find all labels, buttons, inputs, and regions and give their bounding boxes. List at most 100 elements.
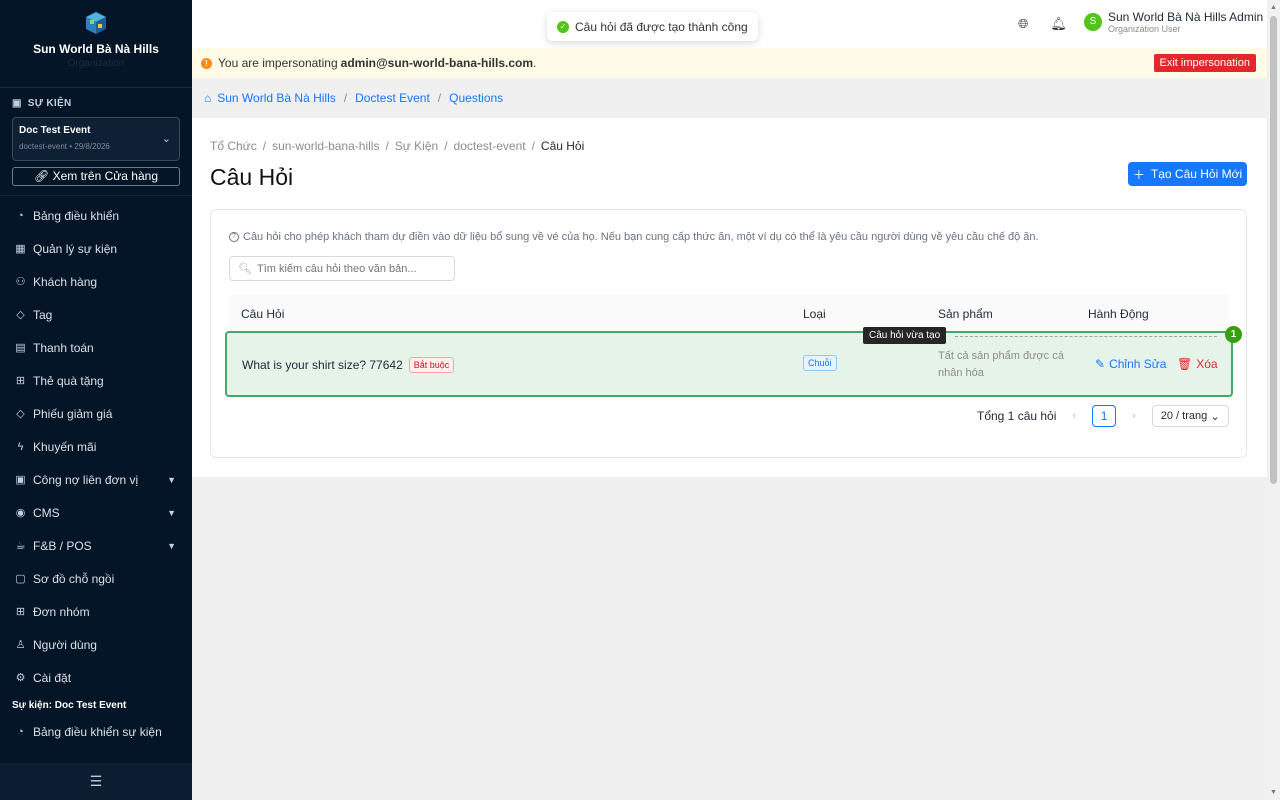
breadcrumb: ⌂ Sun World Bà Nà Hills / Doctest Event … [192,78,1267,118]
search-icon: 🔍︎ [238,263,252,275]
sidebar-item-group-orders[interactable]: ⊞ Đơn nhóm [0,595,192,628]
coupon-icon: ◇ [16,408,25,420]
search-input[interactable] [256,262,447,275]
next-page-icon[interactable]: › [1132,410,1136,422]
breadcrumb-link[interactable]: Doctest Event [355,91,430,105]
question-cell: What is your shirt size? 77642 Bắt buộc [242,357,455,373]
chevron-down-icon: ⌄ [1210,410,1220,423]
annotation-tooltip: Câu hỏi vừa tạo [863,327,947,344]
sidebar-item-customers[interactable]: ⚇ Khách hàng [0,265,192,298]
sidebar-item-payment[interactable]: ▤ Thanh toán [0,331,192,364]
sidebar-item-tag[interactable]: ◇ Tag [0,298,192,331]
sidebar-item-label: CMS [33,505,60,520]
sidebar-item-label: Đơn nhóm [33,604,90,619]
bell-icon[interactable]: 🔔︎ [1050,16,1067,32]
breadcrumb-item[interactable]: Sự Kiện [395,139,438,153]
impersonation-email: admin@sun-world-bana-hills.com [340,56,534,70]
grid-icon: ⊞ [15,606,26,618]
create-question-button[interactable]: ＋ Tạo Câu Hỏi Mới [1128,162,1247,186]
page-number[interactable]: 1 [1092,405,1117,427]
user-menu[interactable]: S Sun World Bà Nà Hills Admin Organizati… [1084,10,1263,34]
sidebar-item-label: Quản lý sự kiện [33,241,118,256]
link-icon: 🔗︎ [34,169,50,183]
collapse-sidebar-button[interactable]: ☰ [0,763,192,800]
edit-button[interactable]: ✎ Chỉnh Sửa [1095,357,1166,371]
breadcrumb-link[interactable]: Sun World Bà Nà Hills [217,91,336,105]
hint-text: ? Câu hỏi cho phép khách tham dự điền và… [229,231,1039,243]
sidebar-item-cms[interactable]: ◉ CMS ▼ [0,496,192,529]
annotation-line [955,336,1217,337]
breadcrumb-separator: / [531,139,535,153]
sidebar-item-label: Bảng điều khiển [33,208,120,223]
scroll-down-icon[interactable]: ▼ [1270,789,1277,796]
sidebar-item-event-dashboard[interactable]: ◔ Bảng điều khiển sự kiện [0,715,192,748]
menu-collapse-icon: ☰ [89,773,103,789]
breadcrumb-separator: / [343,91,348,105]
delete-button[interactable]: 🗑︎ Xóa [1177,357,1218,371]
view-store-button[interactable]: 🔗︎ Xem trên Cửa hàng [12,167,180,186]
globe-icon[interactable]: 🌐︎ [1018,16,1028,32]
sidebar-item-dashboard[interactable]: ◔ Bảng điều khiển [0,199,192,232]
breadcrumb-separator: / [262,139,267,153]
sidebar-item-promotions[interactable]: ϟ Khuyến mãi [0,430,192,463]
dashboard-icon: ◔ [17,725,24,738]
sidebar-nav: ◔ Bảng điều khiển ▦ Quản lý sự kiện ⚇ Khách… [0,196,192,694]
view-store-label: Xem trên Cửa hàng [52,169,158,183]
sidebar: Sun World Bà Nà Hills Organization ▣ SỰ … [0,0,192,800]
sidebar-item-events[interactable]: ▦ Quản lý sự kiện [0,232,192,265]
question-circle-icon: ? [229,232,239,242]
breadcrumb-current: Câu Hỏi [540,139,585,153]
event-selector[interactable]: Doc Test Event doctest-event • 29/8/2026… [12,117,180,161]
breadcrumb-separator: / [385,139,389,153]
brand-name: Sun World Bà Nà Hills [33,42,159,56]
sidebar-item-coupons[interactable]: ◇ Phiếu giảm giá [0,397,192,430]
sidebar-item-seat-map[interactable]: ▢ Sơ đồ chỗ ngồi [0,562,192,595]
event-sub-head: Sự kiện: Doc Test Event [12,700,127,711]
breadcrumb-item[interactable]: sun-world-bana-hills [272,139,379,153]
dashboard-icon: ◔ [17,209,24,222]
seatmap-icon: ▢ [15,573,26,585]
page-size-select[interactable]: 20 / trang ⌄ [1151,405,1229,427]
page-size-value: 20 / trang [1160,410,1208,422]
event-selector-title: Doc Test Event [19,125,91,136]
table-row: Câu hỏi vừa tạo 1 What is your shirt siz… [225,326,1242,397]
scroll-up-icon[interactable]: ▲ [1270,4,1277,11]
exit-impersonation-button[interactable]: Exit impersonation [1153,54,1256,72]
prev-page-icon[interactable]: ‹ [1072,410,1076,422]
breadcrumb-item[interactable]: doctest-event [454,139,526,153]
users-icon: ⚇ [15,276,26,288]
user-icon: ♙ [15,639,26,651]
questions-card: ? Câu hỏi cho phép khách tham dự điền và… [210,209,1247,458]
breadcrumb-item[interactable]: Tổ Chức [210,139,257,153]
delete-label: Xóa [1196,357,1218,371]
brand: Sun World Bà Nà Hills Organization [0,0,192,88]
sidebar-item-label: Cài đặt [33,670,72,685]
type-badge: Chuỗi [803,355,837,371]
brand-subtitle: Organization [67,58,125,69]
sidebar-item-fnb-pos[interactable]: ☕︎ F&B / POS ▼ [0,529,192,562]
sidebar-item-users[interactable]: ♙ Người dùng [0,628,192,661]
page-title: Câu Hỏi [210,164,294,190]
sidebar-item-debt[interactable]: ▣ Công nợ liên đơn vị ▼ [0,463,192,496]
sidebar-item-settings[interactable]: ⚙︎ Cài đặt [0,661,192,694]
avatar: S [1084,13,1102,31]
chevron-down-icon: ⌄ [161,133,171,145]
sidebar-item-gift-cards[interactable]: ⊞ Thẻ quà tặng [0,364,192,397]
sidebar-item-label: Sơ đồ chỗ ngồi [33,571,115,586]
page-scrollbar[interactable]: ▲ ▼ [1267,0,1280,800]
search-box: 🔍︎ [229,256,455,281]
impersonation-prefix: You are impersonating [218,56,338,70]
sidebar-item-label: Thanh toán [33,340,94,355]
event-section-head: ▣ SỰ KIỆN [0,88,192,113]
sidebar-item-label: Khuyến mãi [33,439,97,454]
scrollbar-thumb[interactable] [1270,16,1277,484]
impersonation-banner: ! You are impersonating admin@sun-world-… [192,48,1267,78]
pagination: Tổng 1 câu hỏi ‹ 1 › 20 / trang ⌄ [977,405,1229,427]
breadcrumb-link[interactable]: Questions [449,91,503,105]
product-cell: Tất cả sản phẩm được cá nhân hóa [938,350,1064,379]
calendar-icon: ▦ [15,243,26,255]
column-header-actions: Hành Động [1088,307,1149,321]
cms-icon: ◉ [15,507,26,519]
home-icon: ⌂ [204,91,212,105]
sidebar-item-label: Khách hàng [33,274,98,289]
